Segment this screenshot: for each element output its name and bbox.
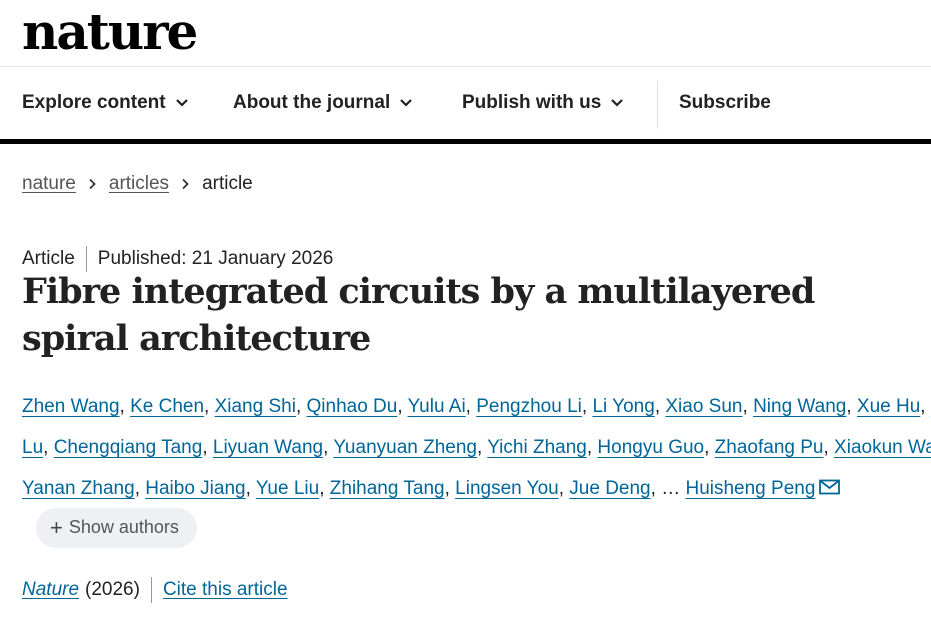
nav-about-journal-label: About the journal — [233, 92, 391, 113]
citation-line: Nature (2026) Cite this article — [22, 577, 288, 603]
author-separator: , — [245, 478, 256, 499]
chevron-down-icon — [611, 99, 624, 107]
chevron-down-icon — [400, 99, 413, 107]
main-nav: Explore content About the journal Publis… — [0, 67, 931, 139]
plus-icon: + — [50, 515, 63, 541]
author-link[interactable]: Yuanyuan Zheng — [333, 437, 477, 458]
nav-bottom-bar — [0, 139, 931, 144]
show-authors-label: Show authors — [68, 517, 179, 538]
author-separator: , — [823, 437, 835, 458]
author-link[interactable]: Yanan Zhang — [22, 478, 135, 499]
author-separator: , — [654, 396, 666, 417]
breadcrumb-nature[interactable]: nature — [22, 173, 76, 195]
nav-divider — [657, 81, 658, 129]
author-separator: , — [323, 437, 334, 458]
author-separator: , — [202, 437, 213, 458]
author-link[interactable]: Hongyu Guo — [597, 437, 704, 458]
author-link[interactable]: Zhaofang Pu — [715, 437, 824, 458]
cite-divider — [150, 577, 152, 603]
chevron-right-icon — [89, 178, 96, 190]
nav-explore-content-label: Explore content — [22, 92, 166, 113]
nav-publish-with-us-label: Publish with us — [462, 92, 602, 113]
author-separator: , — [586, 437, 598, 458]
author-link[interactable]: Ning Wang — [753, 396, 846, 417]
author-link[interactable]: Chengqiang Tang — [54, 437, 203, 458]
author-link[interactable]: Yulu Ai — [408, 396, 466, 417]
author-separator: , — [742, 396, 754, 417]
author-link[interactable]: Liyuan Wang — [213, 437, 323, 458]
author-separator: , — [465, 396, 477, 417]
author-link[interactable]: Lingsen You — [455, 478, 559, 499]
author-link[interactable]: Zhihang Tang — [330, 478, 445, 499]
author-link[interactable]: Zhen Wang — [22, 396, 120, 417]
chevron-down-icon — [175, 99, 188, 107]
journal-link[interactable]: Nature — [22, 579, 79, 601]
nav-publish-with-us[interactable]: Publish with us — [462, 67, 624, 139]
author-separator: , — [846, 396, 857, 417]
author-separator: , — [204, 396, 215, 417]
nav-subscribe[interactable]: Subscribe — [679, 67, 771, 139]
author-link[interactable]: Xiaokun Wang — [834, 437, 931, 458]
mail-icon[interactable] — [819, 479, 841, 495]
author-link[interactable]: Yue Liu — [256, 478, 319, 499]
author-separator: , — [477, 437, 488, 458]
nav-about-journal[interactable]: About the journal — [233, 67, 413, 139]
author-link[interactable]: Ke Chen — [130, 396, 204, 417]
author-separator: , — [704, 437, 715, 458]
author-link[interactable]: Xiang Shi — [215, 396, 296, 417]
author-link[interactable]: Yichi Zhang — [487, 437, 587, 458]
author-link[interactable]: Haibo Jiang — [145, 478, 245, 499]
author-separator: , — [134, 478, 146, 499]
breadcrumb-articles[interactable]: articles — [109, 173, 169, 195]
author-separator: , — [43, 437, 54, 458]
journal-year: (2026) — [85, 579, 140, 600]
breadcrumb-current: article — [202, 173, 253, 194]
article-type: Article — [22, 248, 75, 269]
author-separator: , — [558, 478, 570, 499]
author-separator: , — [319, 478, 330, 499]
author-link[interactable]: Li Yong — [592, 396, 654, 417]
breadcrumb: nature articles article — [22, 173, 253, 195]
author-link[interactable]: Xiao Sun — [665, 396, 742, 417]
author-link[interactable]: Xue Hu — [857, 396, 920, 417]
author-separator: , — [581, 396, 593, 417]
corresponding-author[interactable]: Huisheng Peng — [685, 478, 815, 499]
author-separator: , — [119, 396, 131, 417]
author-link[interactable]: Qinhao Du — [307, 396, 398, 417]
author-separator: , — [444, 478, 456, 499]
article-title: Fibre integrated circuits by a multilaye… — [22, 271, 815, 359]
cite-this-article-link[interactable]: Cite this article — [163, 579, 288, 601]
nav-subscribe-label: Subscribe — [679, 92, 771, 113]
author-ellipsis: … — [661, 478, 681, 499]
author-separator: , — [397, 396, 408, 417]
author-link[interactable]: Jue Deng — [569, 478, 650, 499]
show-authors-button[interactable]: + Show authors — [36, 507, 197, 548]
published-date: Published: 21 January 2026 — [97, 248, 334, 269]
author-separator: , — [650, 478, 662, 499]
author-separator: , — [920, 396, 931, 417]
author-separator: , — [295, 396, 307, 417]
chevron-right-icon — [182, 178, 189, 190]
author-link[interactable]: Pengzhou Li — [476, 396, 582, 417]
nav-explore-content[interactable]: Explore content — [22, 67, 189, 139]
nature-logo[interactable]: nature — [22, 2, 198, 62]
author-list: Zhen Wang, Ke Chen, Xiang Shi, Qinhao Du… — [22, 386, 931, 550]
